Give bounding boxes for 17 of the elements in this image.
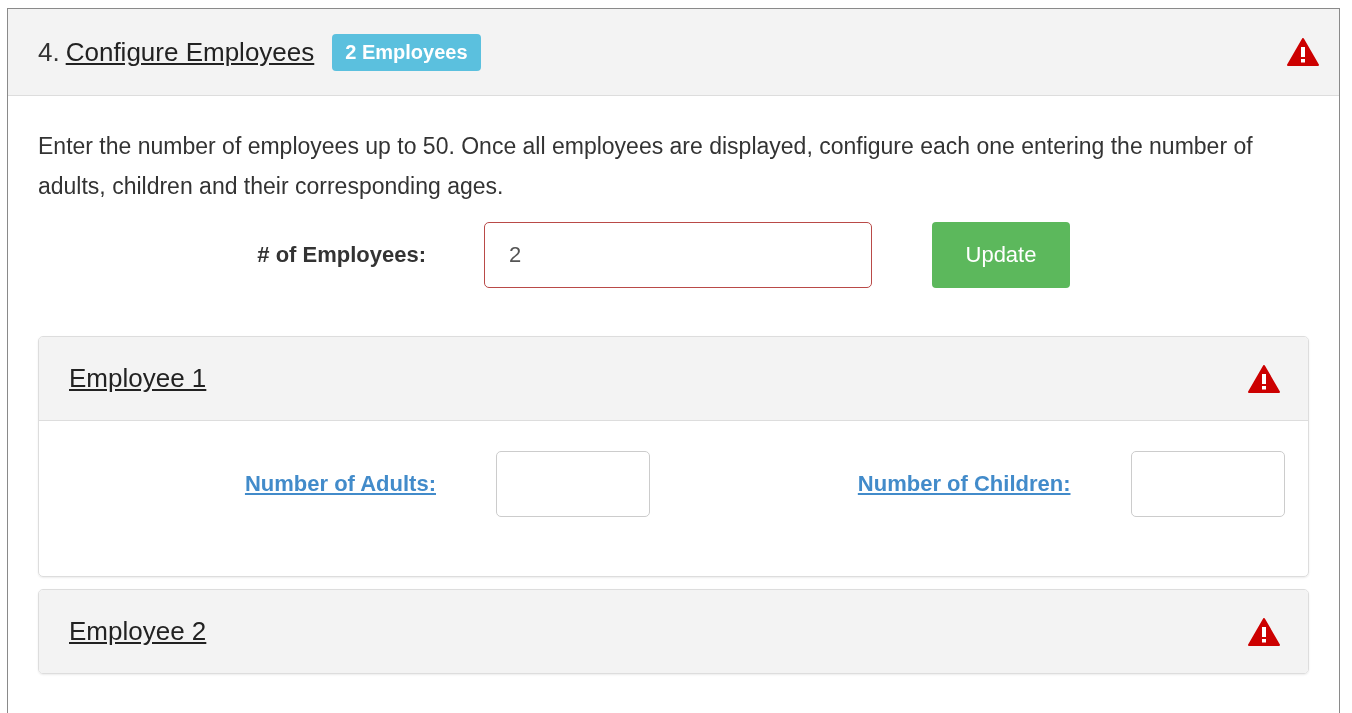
employee-header[interactable]: Employee 1 [39,337,1308,420]
warning-icon [1287,38,1319,66]
employee-title-link[interactable]: Employee 1 [69,363,207,394]
warning-icon [1248,617,1280,646]
employee-count-label: # of Employees: [256,242,426,268]
employee-count-input[interactable]: 2 [484,222,872,288]
warning-icon [1248,364,1280,393]
employee-header[interactable]: Employee 2 [39,590,1308,673]
employee-title-link[interactable]: Employee 2 [69,616,207,647]
section-title-link[interactable]: Configure Employees [65,36,315,68]
employee-count-badge: 2 Employees [332,33,481,71]
field-label-link[interactable]: Number of Children: [673,471,1071,497]
number-input[interactable] [1130,451,1285,517]
instructions-text: Enter the number of employees up to 50. Once all employees are displayed, configure each one entering the number of adults, children and their corresponding ages. [38,132,1254,201]
number-input[interactable] [496,451,650,517]
section-number: 4. [38,36,60,68]
field-label-link[interactable]: Number of Adults: [39,471,436,497]
